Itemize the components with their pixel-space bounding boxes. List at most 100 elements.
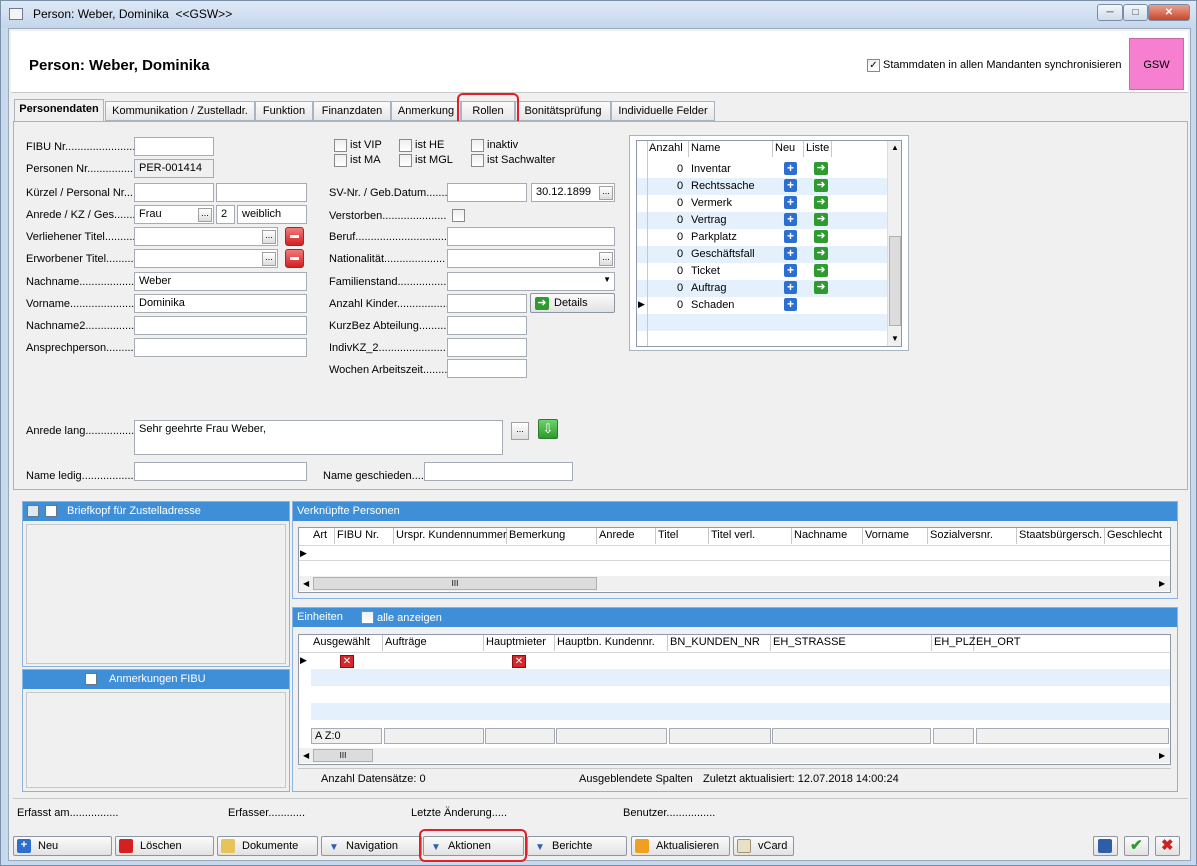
- mgl-checkbox[interactable]: [399, 154, 412, 167]
- beruf-input[interactable]: [447, 227, 615, 246]
- anrede-lang-textarea[interactable]: Sehr geehrte Frau Weber,: [134, 420, 503, 455]
- roles-row-9[interactable]: ▶ 0 Schaden +: [637, 297, 887, 314]
- col-eh-ort[interactable]: EH_ORT: [974, 635, 1170, 651]
- unchecked-x-icon[interactable]: ✕: [340, 655, 354, 668]
- sv-input[interactable]: [447, 183, 527, 202]
- vip-checkbox[interactable]: [334, 139, 347, 152]
- vcard-button[interactable]: vCard: [733, 836, 794, 856]
- scroll-thumb[interactable]: [889, 236, 901, 326]
- add-icon[interactable]: +: [784, 247, 797, 260]
- add-icon[interactable]: +: [784, 264, 797, 277]
- vorname-input[interactable]: Dominika: [134, 294, 307, 313]
- download-icon[interactable]: ⇩: [538, 419, 558, 439]
- tab-individuelle-felder[interactable]: Individuelle Felder: [611, 101, 715, 121]
- col-staatsbuergersch[interactable]: Staatsbürgersch.: [1017, 528, 1105, 544]
- verl-titel-input[interactable]: [134, 227, 278, 246]
- name-gesch-input[interactable]: [424, 462, 573, 481]
- col-eh-plz[interactable]: EH_PLZ: [932, 635, 976, 651]
- nachname2-input[interactable]: [134, 316, 307, 335]
- roles-row-7[interactable]: 0 Ticket + ➜: [637, 263, 887, 280]
- erw-titel-input[interactable]: [134, 249, 278, 268]
- roles-row-8[interactable]: 0 Auftrag + ➜: [637, 280, 887, 297]
- personal-nr-input[interactable]: [216, 183, 307, 202]
- add-icon[interactable]: +: [784, 230, 797, 243]
- cancel-button[interactable]: ✖: [1155, 836, 1180, 856]
- briefkopf-content[interactable]: [26, 524, 286, 664]
- indivkz-input[interactable]: [447, 338, 527, 357]
- scroll-thumb[interactable]: III: [313, 749, 373, 762]
- list-arrow-icon[interactable]: ➜: [814, 196, 828, 209]
- ansprech-input[interactable]: [134, 338, 307, 357]
- col-hauptmieter[interactable]: Hauptmieter: [484, 635, 555, 651]
- minimize-button[interactable]: ─: [1097, 4, 1123, 21]
- roles-row-2[interactable]: 0 Rechtssache + ➜: [637, 178, 887, 195]
- scroll-right-icon[interactable]: ▶: [1159, 579, 1165, 588]
- ok-button[interactable]: ✔: [1124, 836, 1149, 856]
- roles-row-4[interactable]: 0 Vertrag + ➜: [637, 212, 887, 229]
- aktualisieren-button[interactable]: Aktualisieren: [631, 836, 730, 856]
- anrede-lang-ellipsis-button[interactable]: ...: [511, 422, 529, 440]
- col-geschlecht[interactable]: Geschlecht: [1105, 528, 1171, 544]
- berichte-button[interactable]: ▼ Berichte: [527, 836, 627, 856]
- col-bn-kunden-nr[interactable]: BN_KUNDEN_NR: [668, 635, 771, 651]
- col-ausgewaehlt[interactable]: Ausgewählt: [311, 635, 383, 651]
- unchecked-x-icon[interactable]: ✕: [512, 655, 526, 668]
- add-icon[interactable]: +: [784, 298, 797, 311]
- col-eh-strasse[interactable]: EH_STRASSE: [771, 635, 932, 651]
- nationalitaet-input[interactable]: [447, 249, 615, 268]
- list-arrow-icon[interactable]: ➜: [814, 281, 828, 294]
- fibu-input[interactable]: [134, 137, 214, 156]
- nachname-input[interactable]: Weber: [134, 272, 307, 291]
- roles-row-5[interactable]: 0 Parkplatz + ➜: [637, 229, 887, 246]
- col-sozialversnr[interactable]: Sozialversnr.: [928, 528, 1017, 544]
- scroll-up-icon[interactable]: ▲: [891, 143, 899, 152]
- col-vorname[interactable]: Vorname: [863, 528, 928, 544]
- col-anrede[interactable]: Anrede: [597, 528, 656, 544]
- tab-funktion[interactable]: Funktion: [255, 101, 313, 121]
- erw-titel-remove-button[interactable]: [285, 249, 304, 268]
- personen-input[interactable]: PER-001414: [134, 159, 214, 178]
- verknuepfte-hscroll[interactable]: ◀ III ▶: [299, 576, 1170, 591]
- copy-icon[interactable]: [45, 505, 57, 517]
- refresh-icon[interactable]: [27, 505, 39, 517]
- sync-checkbox[interactable]: ✓: [867, 59, 880, 72]
- erw-titel-ellipsis-button[interactable]: ...: [262, 252, 276, 266]
- list-arrow-icon[interactable]: ➜: [814, 179, 828, 192]
- col-bemerkung[interactable]: Bemerkung: [507, 528, 597, 544]
- add-icon[interactable]: +: [784, 213, 797, 226]
- alle-anzeigen-checkbox[interactable]: [361, 611, 374, 624]
- kz-input[interactable]: 2: [216, 205, 235, 224]
- kuerzel-input[interactable]: [134, 183, 214, 202]
- add-icon[interactable]: +: [784, 162, 797, 175]
- neu-button[interactable]: + Neu: [13, 836, 112, 856]
- geburtsdatum-picker-button[interactable]: ...: [599, 186, 613, 200]
- scroll-left-icon[interactable]: ◀: [303, 579, 309, 588]
- scroll-right-icon[interactable]: ▶: [1159, 751, 1165, 760]
- scroll-left-icon[interactable]: ◀: [303, 751, 309, 760]
- name-ledig-input[interactable]: [134, 462, 307, 481]
- sachwalter-checkbox[interactable]: [471, 154, 484, 167]
- col-hauptbn[interactable]: Hauptbn. Kundennr.: [555, 635, 668, 651]
- save-button[interactable]: [1093, 836, 1118, 856]
- anrede-ellipsis-button[interactable]: ...: [198, 208, 212, 222]
- roles-row-6[interactable]: 0 Geschäftsfall + ➜: [637, 246, 887, 263]
- list-arrow-icon[interactable]: ➜: [814, 247, 828, 260]
- einheiten-row[interactable]: ▶ ✕ ✕: [299, 652, 1170, 669]
- list-arrow-icon[interactable]: ➜: [814, 230, 828, 243]
- verl-titel-remove-button[interactable]: [285, 227, 304, 246]
- scroll-thumb[interactable]: III: [313, 577, 597, 590]
- nationalitaet-ellipsis-button[interactable]: ...: [599, 252, 613, 266]
- ma-checkbox[interactable]: [334, 154, 347, 167]
- kinder-input[interactable]: [447, 294, 527, 313]
- status-hidden-columns[interactable]: Ausgeblendete Spalten: [579, 773, 693, 785]
- tab-personendaten[interactable]: Personendaten: [14, 99, 104, 122]
- close-button[interactable]: ✕: [1148, 4, 1190, 21]
- einheiten-hscroll[interactable]: ◀ III ▶: [299, 748, 1170, 763]
- anmerkungen-content[interactable]: [26, 692, 286, 788]
- loeschen-button[interactable]: Löschen: [115, 836, 214, 856]
- details-button[interactable]: ➜ Details: [530, 293, 615, 313]
- dokumente-button[interactable]: Dokumente: [217, 836, 318, 856]
- col-auftraege[interactable]: Aufträge: [383, 635, 484, 651]
- add-icon[interactable]: +: [784, 179, 797, 192]
- tab-kommunikation[interactable]: Kommunikation / Zustelladr.: [105, 101, 255, 121]
